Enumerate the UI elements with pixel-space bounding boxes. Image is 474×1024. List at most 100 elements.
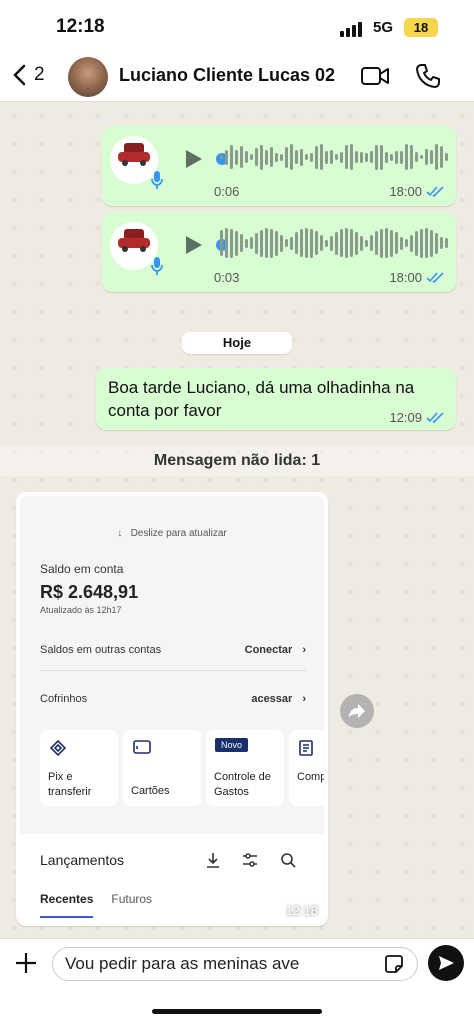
waveform-bar — [280, 153, 283, 161]
pull-to-refresh-hint: ↓ Deslize para atualizar — [117, 528, 227, 539]
waveform-bar — [355, 151, 358, 163]
waveform-bar — [330, 150, 333, 164]
waveform-bar — [335, 231, 338, 255]
status-time: 12:18 — [56, 16, 105, 37]
waveform-bar — [395, 150, 398, 164]
read-receipt-icon — [426, 272, 444, 283]
waveform-bar — [420, 155, 423, 159]
waveform[interactable] — [220, 140, 448, 174]
chat-area[interactable]: 0:06 18:00 0:03 18:00 Hoje Boa tarde Luc… — [0, 102, 474, 938]
send-button[interactable] — [428, 945, 464, 981]
waveform-bar — [430, 150, 433, 164]
waveform-bar — [230, 228, 233, 258]
waveform-bar — [345, 145, 348, 169]
waveform-bar — [390, 229, 393, 257]
waveform-bar — [330, 235, 333, 251]
waveform-bar — [255, 232, 258, 254]
message-meta: 18:00 — [389, 270, 444, 285]
message-input[interactable]: Vou pedir para as meninas ave — [52, 947, 418, 981]
entries-panel: Lançamentos Recentes Futuros — [20, 834, 324, 922]
waveform-bar — [410, 234, 413, 252]
day-separator: Hoje — [182, 332, 292, 354]
waveform-bar — [285, 239, 288, 247]
waveform-bar — [240, 234, 243, 252]
waveform-bar — [405, 144, 408, 170]
waveform-bar — [400, 236, 403, 250]
text-message[interactable]: Boa tarde Luciano, dá uma olhadinha na c… — [96, 368, 456, 430]
waveform-bar — [270, 228, 273, 258]
bank-screenshot[interactable]: ↓ Deslize para atualizar Saldo em conta … — [20, 496, 324, 922]
entries-tabs: Recentes Futuros — [40, 892, 152, 918]
search-icon — [281, 853, 296, 868]
sticker-icon[interactable] — [384, 954, 404, 974]
receipt-icon — [299, 740, 313, 756]
waveform-bar — [340, 151, 343, 163]
contact-name[interactable]: Luciano Cliente Lucas 02 — [119, 65, 335, 86]
forward-button[interactable] — [340, 694, 374, 728]
network-type: 5G — [373, 19, 394, 36]
waveform[interactable] — [220, 226, 448, 260]
waveform-bar — [305, 228, 308, 258]
back-count: 2 — [34, 64, 45, 85]
unread-banner: Mensagem não lida: 1 — [0, 446, 474, 476]
tab-recent: Recentes — [40, 892, 94, 918]
chevron-right-icon: › — [302, 644, 306, 656]
waveform-bar — [225, 228, 228, 258]
waveform-bar — [350, 144, 353, 170]
waveform-bar — [315, 231, 318, 255]
waveform-bar — [280, 234, 283, 252]
waveform-bar — [445, 153, 448, 161]
cards-card: Cartões — [123, 730, 201, 806]
image-message[interactable]: ↓ Deslize para atualizar Saldo em conta … — [16, 492, 328, 926]
message-time: 12:09 — [389, 410, 422, 425]
waveform-bar — [370, 235, 373, 251]
card-label: Comp vante — [297, 771, 324, 783]
play-icon[interactable] — [182, 234, 204, 256]
voice-message[interactable]: 0:03 18:00 — [102, 212, 456, 292]
card-label: Controle de Gastos — [214, 771, 271, 798]
waveform-bar — [300, 148, 303, 166]
waveform-bar — [435, 232, 438, 254]
waveform-bar — [320, 144, 323, 170]
voice-message[interactable]: 0:06 18:00 — [102, 126, 456, 206]
phone-call-icon[interactable] — [414, 62, 442, 90]
waveform-bar — [275, 230, 278, 256]
waveform-bar — [310, 228, 313, 258]
waveform-bar — [375, 144, 378, 170]
video-call-icon[interactable] — [360, 62, 390, 90]
waveform-bar — [405, 239, 408, 247]
back-button[interactable]: 2 — [12, 64, 45, 86]
waveform-bar — [245, 151, 248, 163]
waveform-bar — [440, 146, 443, 168]
avatar[interactable] — [68, 57, 108, 97]
waveform-bar — [350, 229, 353, 257]
waveform-bar — [345, 228, 348, 258]
message-time: 18:00 — [389, 184, 422, 199]
waveform-bar — [235, 230, 238, 256]
waveform-bar — [320, 235, 323, 251]
voice-duration: 0:03 — [214, 270, 240, 285]
pix-card: Pix e transferir — [40, 730, 118, 806]
waveform-bar — [420, 228, 423, 258]
waveform-bar — [325, 239, 328, 247]
message-meta: 18:00 — [389, 184, 444, 199]
waveform-bar — [380, 144, 383, 170]
waveform-bar — [265, 228, 268, 258]
piggy-label: Cofrinhos — [40, 693, 88, 705]
access-label: acessar — [251, 693, 293, 705]
voice-duration: 0:06 — [214, 184, 240, 199]
play-icon[interactable] — [182, 148, 204, 170]
waveform-bar — [385, 228, 388, 258]
waveform-bar — [285, 146, 288, 168]
waveform-bar — [230, 145, 233, 169]
waveform-bar — [410, 145, 413, 169]
waveform-bar — [400, 150, 403, 164]
waveform-bar — [445, 238, 448, 248]
waveform-bar — [435, 144, 438, 170]
microphone-icon — [151, 171, 163, 189]
card-icon — [133, 740, 151, 754]
waveform-bar — [425, 149, 428, 165]
signal-icon — [340, 22, 362, 37]
waveform-bar — [220, 155, 223, 159]
plus-icon[interactable] — [14, 951, 38, 975]
